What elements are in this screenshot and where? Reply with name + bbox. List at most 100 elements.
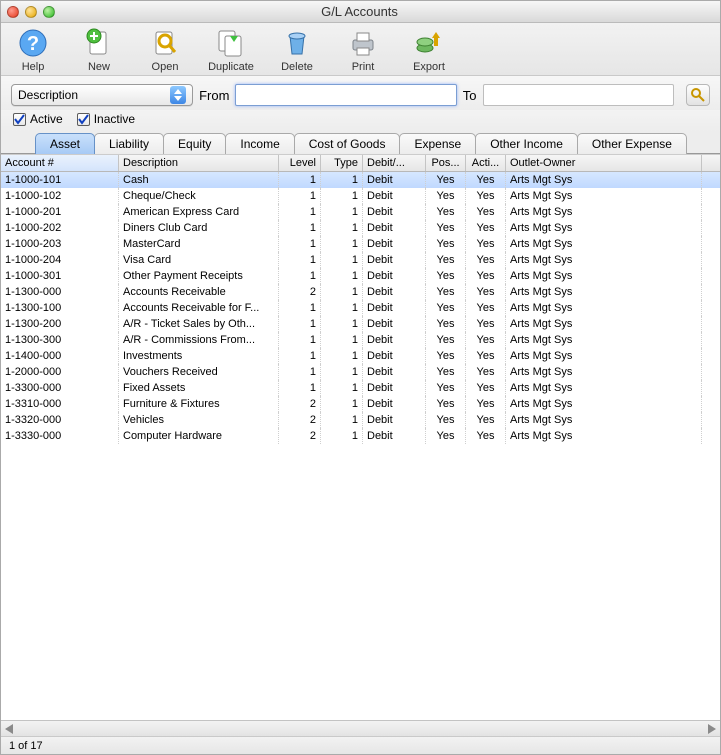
help-button[interactable]: ?Help: [7, 27, 59, 73]
filter-field-value: Description: [18, 88, 170, 102]
checkbox-icon: [13, 113, 26, 126]
from-input[interactable]: [235, 84, 456, 106]
record-counter: 1 of 17: [9, 740, 43, 752]
table-row[interactable]: 1-3310-000Furniture & Fixtures21DebitYes…: [1, 396, 720, 412]
cell-type: 1: [321, 316, 363, 332]
open-icon: [149, 27, 181, 59]
cell-type: 1: [321, 364, 363, 380]
table-row[interactable]: 1-3320-000Vehicles21DebitYesYesArts Mgt …: [1, 412, 720, 428]
to-input[interactable]: [483, 84, 675, 106]
zoom-window-button[interactable]: [43, 6, 55, 18]
cell-owner: Arts Mgt Sys: [506, 236, 702, 252]
column-header[interactable]: Account #: [1, 155, 119, 171]
tab-liability[interactable]: Liability: [94, 133, 164, 154]
to-label: To: [463, 88, 477, 103]
help-icon: ?: [17, 27, 49, 59]
inactive-label: Inactive: [94, 112, 135, 126]
cell-level: 2: [279, 412, 321, 428]
cell-pos: Yes: [426, 332, 466, 348]
table-row[interactable]: 1-1400-000Investments11DebitYesYesArts M…: [1, 348, 720, 364]
cell-pos: Yes: [426, 380, 466, 396]
toolbar-label: Delete: [281, 61, 313, 73]
minimize-window-button[interactable]: [25, 6, 37, 18]
cell-desc: Cheque/Check: [119, 188, 279, 204]
toolbar-label: Print: [352, 61, 375, 73]
column-header[interactable]: Debit/...: [363, 155, 426, 171]
cell-acct: 1-1300-300: [1, 332, 119, 348]
cell-acct: 1-1000-101: [1, 172, 119, 188]
cell-act: Yes: [466, 236, 506, 252]
grid-body[interactable]: 1-1000-101Cash11DebitYesYesArts Mgt Sys1…: [1, 172, 720, 717]
cell-level: 2: [279, 284, 321, 300]
table-row[interactable]: 1-1300-100Accounts Receivable for F...11…: [1, 300, 720, 316]
table-row[interactable]: 1-1000-301Other Payment Receipts11DebitY…: [1, 268, 720, 284]
grid-header-row: Account #DescriptionLevelTypeDebit/...Po…: [1, 155, 720, 172]
search-button[interactable]: [686, 84, 710, 106]
table-row[interactable]: 1-1000-203MasterCard11DebitYesYesArts Mg…: [1, 236, 720, 252]
cell-act: Yes: [466, 204, 506, 220]
tab-other-income[interactable]: Other Income: [475, 133, 578, 154]
cell-pos: Yes: [426, 348, 466, 364]
table-row[interactable]: 1-1300-300A/R - Commissions From...11Deb…: [1, 332, 720, 348]
window-title: G/L Accounts: [55, 4, 664, 19]
cell-type: 1: [321, 412, 363, 428]
table-row[interactable]: 1-1000-102Cheque/Check11DebitYesYesArts …: [1, 188, 720, 204]
cell-desc: Accounts Receivable: [119, 284, 279, 300]
table-row[interactable]: 1-3300-000Fixed Assets11DebitYesYesArts …: [1, 380, 720, 396]
scroll-right-icon[interactable]: [704, 722, 720, 736]
print-icon: [347, 27, 379, 59]
table-row[interactable]: 1-1300-000Accounts Receivable21DebitYesY…: [1, 284, 720, 300]
table-row[interactable]: 1-1000-201American Express Card11DebitYe…: [1, 204, 720, 220]
table-row[interactable]: 1-3330-000Computer Hardware21DebitYesYes…: [1, 428, 720, 444]
inactive-checkbox[interactable]: Inactive: [77, 112, 135, 126]
cell-acct: 1-1300-000: [1, 284, 119, 300]
cell-dc: Debit: [363, 428, 426, 444]
cell-type: 1: [321, 284, 363, 300]
horizontal-scrollbar[interactable]: [1, 720, 720, 736]
cell-level: 2: [279, 428, 321, 444]
column-header[interactable]: Outlet-Owner: [506, 155, 702, 171]
tab-other-expense[interactable]: Other Expense: [577, 133, 687, 154]
tab-asset[interactable]: Asset: [35, 133, 95, 154]
print-button[interactable]: Print: [337, 27, 389, 73]
column-header[interactable]: Description: [119, 155, 279, 171]
new-button[interactable]: New: [73, 27, 125, 73]
cell-acct: 1-1000-201: [1, 204, 119, 220]
table-row[interactable]: 1-1000-204Visa Card11DebitYesYesArts Mgt…: [1, 252, 720, 268]
column-header[interactable]: Type: [321, 155, 363, 171]
cell-pos: Yes: [426, 412, 466, 428]
delete-button[interactable]: Delete: [271, 27, 323, 73]
cell-type: 1: [321, 380, 363, 396]
scroll-left-icon[interactable]: [1, 722, 17, 736]
cell-dc: Debit: [363, 220, 426, 236]
duplicate-button[interactable]: Duplicate: [205, 27, 257, 73]
cell-level: 1: [279, 332, 321, 348]
cell-dc: Debit: [363, 236, 426, 252]
column-header[interactable]: Level: [279, 155, 321, 171]
open-button[interactable]: Open: [139, 27, 191, 73]
tab-income[interactable]: Income: [225, 133, 294, 154]
export-button[interactable]: Export: [403, 27, 455, 73]
cell-level: 1: [279, 236, 321, 252]
cell-dc: Debit: [363, 316, 426, 332]
cell-act: Yes: [466, 428, 506, 444]
from-label: From: [199, 88, 229, 103]
table-row[interactable]: 1-1300-200A/R - Ticket Sales by Oth...11…: [1, 316, 720, 332]
tab-equity[interactable]: Equity: [163, 133, 226, 154]
tab-cost-of-goods[interactable]: Cost of Goods: [294, 133, 401, 154]
status-filter-row: Active Inactive: [1, 110, 720, 132]
cell-act: Yes: [466, 252, 506, 268]
column-header[interactable]: Acti...: [466, 155, 506, 171]
tab-expense[interactable]: Expense: [399, 133, 476, 154]
magnifier-icon: [690, 87, 706, 103]
close-window-button[interactable]: [7, 6, 19, 18]
cell-desc: A/R - Commissions From...: [119, 332, 279, 348]
active-checkbox[interactable]: Active: [13, 112, 63, 126]
filter-field-select[interactable]: Description: [11, 84, 193, 106]
cell-pos: Yes: [426, 284, 466, 300]
column-header[interactable]: Pos...: [426, 155, 466, 171]
cell-level: 1: [279, 252, 321, 268]
table-row[interactable]: 1-1000-202Diners Club Card11DebitYesYesA…: [1, 220, 720, 236]
table-row[interactable]: 1-1000-101Cash11DebitYesYesArts Mgt Sys: [1, 172, 720, 188]
table-row[interactable]: 1-2000-000Vouchers Received11DebitYesYes…: [1, 364, 720, 380]
